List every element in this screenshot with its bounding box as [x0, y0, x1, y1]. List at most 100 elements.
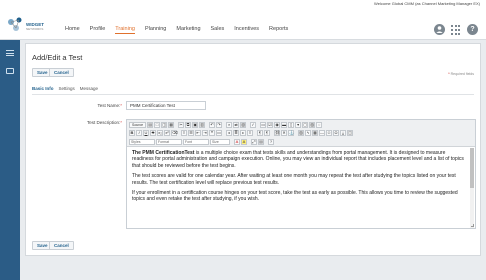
main-content: Add/Edit a Test Save Cancel * Required f…: [20, 40, 486, 280]
horizontal-line-icon[interactable]: ―: [319, 130, 325, 136]
font-select[interactable]: Font: [183, 139, 209, 145]
smiley-icon[interactable]: ☺: [326, 130, 332, 136]
new-page-icon[interactable]: □: [154, 122, 161, 128]
page-title: Add/Edit a Test: [32, 53, 83, 62]
ltr-icon[interactable]: ¶: [257, 130, 263, 136]
nav-item-marketing[interactable]: Marketing: [176, 26, 200, 34]
nav-item-planning[interactable]: Planning: [145, 26, 166, 34]
edit-test-panel: Add/Edit a Test Save Cancel * Required f…: [25, 43, 481, 256]
link-icon[interactable]: ⛓: [274, 130, 280, 136]
paragraph-2: The test scores are valid for one calend…: [132, 173, 456, 186]
nav-item-profile[interactable]: Profile: [90, 26, 106, 34]
textarea-icon[interactable]: ▯: [288, 122, 295, 128]
editor-toolbar: Source ▤ □ ◫ ▦ ✂ ⧉ ▣ ▥ ↶ ↷ ⌕ ⇄ ▧ ✓ ▭ ☑ ◉…: [127, 120, 475, 147]
find-icon[interactable]: ⌕: [226, 122, 233, 128]
format-select[interactable]: Format: [156, 139, 182, 145]
calendar-icon[interactable]: [6, 68, 14, 74]
form-icon[interactable]: ▭: [260, 122, 267, 128]
select-all-icon[interactable]: ▧: [240, 122, 247, 128]
paragraph-3: If your enrollment in a certification co…: [132, 190, 458, 203]
anchor-icon[interactable]: ⚓: [288, 130, 294, 136]
copy-icon[interactable]: ⧉: [185, 122, 192, 128]
numbered-list-icon[interactable]: ≡: [181, 130, 187, 136]
nav-item-sales[interactable]: Sales: [211, 26, 225, 34]
show-blocks-icon[interactable]: ▤: [258, 139, 264, 145]
align-center-icon[interactable]: ≣: [233, 130, 239, 136]
table-icon[interactable]: ▦: [312, 130, 318, 136]
blockquote-icon[interactable]: ❝: [209, 130, 215, 136]
italic-icon[interactable]: I: [136, 130, 142, 136]
left-rail: [0, 40, 20, 280]
tab-message[interactable]: Message: [80, 86, 98, 91]
description-editor[interactable]: Source ▤ □ ◫ ▦ ✂ ⧉ ▣ ▥ ↶ ↷ ⌕ ⇄ ▧ ✓ ▭ ☑ ◉…: [126, 119, 476, 229]
help-icon[interactable]: ?: [467, 24, 478, 35]
hamburger-icon[interactable]: [6, 50, 14, 56]
checkbox-icon[interactable]: ☑: [267, 122, 274, 128]
bold-icon[interactable]: B: [129, 130, 135, 136]
nav-item-training[interactable]: Training: [115, 26, 135, 34]
tab-settings[interactable]: Settings: [59, 86, 75, 91]
print-icon[interactable]: ▦: [168, 122, 175, 128]
redo-icon[interactable]: ↷: [216, 122, 223, 128]
textfield-icon[interactable]: ▬: [281, 122, 288, 128]
background-color-icon[interactable]: A: [241, 139, 247, 145]
paste-text-icon[interactable]: ▥: [199, 122, 206, 128]
radio-icon[interactable]: ◉: [274, 122, 281, 128]
hidden-field-icon[interactable]: ◌: [316, 122, 323, 128]
spellcheck-icon[interactable]: ✓: [250, 122, 257, 128]
div-icon[interactable]: ▭: [216, 130, 222, 136]
align-right-icon[interactable]: ⫸: [240, 130, 246, 136]
cancel-button-bottom[interactable]: Cancel: [49, 241, 74, 250]
apps-grid-icon[interactable]: [451, 25, 461, 35]
strikethrough-icon[interactable]: S: [150, 130, 156, 136]
replace-icon[interactable]: ⇄: [233, 122, 240, 128]
size-select[interactable]: Size: [210, 139, 230, 145]
nav-item-incentives[interactable]: Incentives: [234, 26, 259, 34]
editor-scrollbar[interactable]: [470, 148, 474, 228]
unlink-icon[interactable]: ✕: [281, 130, 287, 136]
source-button[interactable]: Source: [129, 122, 147, 128]
editor-content[interactable]: The PMM CertificationTest is a multiple …: [132, 150, 465, 207]
image-icon[interactable]: ▨: [298, 130, 304, 136]
nav-item-home[interactable]: Home: [65, 26, 80, 34]
required-note: * Required fields: [448, 72, 474, 76]
bulleted-list-icon[interactable]: ☰: [188, 130, 194, 136]
nav-menu: Home Profile Training Planning Marketing…: [65, 26, 288, 34]
nav-item-reports[interactable]: Reports: [269, 26, 288, 34]
form-tabs: Basic Info Settings Message: [32, 86, 98, 91]
align-left-icon[interactable]: ⫷: [226, 130, 232, 136]
image-button-icon[interactable]: ▨: [309, 122, 316, 128]
rtl-icon[interactable]: ¶: [264, 130, 270, 136]
scrollbar-thumb[interactable]: [470, 148, 474, 188]
superscript-icon[interactable]: x²: [164, 130, 170, 136]
outdent-icon[interactable]: ⇤: [195, 130, 201, 136]
underline-icon[interactable]: U: [143, 130, 149, 136]
top-bar: Welcome Global CMM (as Channel Marketing…: [0, 0, 486, 9]
about-icon[interactable]: ?: [268, 139, 274, 145]
special-char-icon[interactable]: Ω: [333, 130, 339, 136]
subscript-icon[interactable]: x₂: [157, 130, 163, 136]
page-break-icon[interactable]: ⤓: [340, 130, 346, 136]
select-icon[interactable]: ▾: [295, 122, 302, 128]
test-name-input[interactable]: PMM Certification Test: [126, 101, 206, 110]
user-icon[interactable]: [434, 24, 445, 35]
button-icon[interactable]: ▢: [302, 122, 309, 128]
preview-icon[interactable]: ◫: [161, 122, 168, 128]
styles-select[interactable]: Styles: [129, 139, 155, 145]
resize-handle[interactable]: [471, 224, 474, 227]
iframe-icon[interactable]: ◫: [347, 130, 353, 136]
save-doc-icon[interactable]: ▤: [147, 122, 154, 128]
tabs-divider: [32, 94, 474, 95]
maximize-icon[interactable]: ⤢: [251, 139, 257, 145]
cancel-button-top[interactable]: Cancel: [49, 68, 74, 77]
tab-basic-info[interactable]: Basic Info: [32, 86, 54, 91]
paste-icon[interactable]: ▣: [192, 122, 199, 128]
flash-icon[interactable]: ϟ: [305, 130, 311, 136]
remove-format-icon[interactable]: ⌫: [171, 130, 178, 136]
logo-icon[interactable]: [4, 15, 28, 35]
justify-icon[interactable]: ≡: [247, 130, 253, 136]
text-color-icon[interactable]: A: [234, 139, 240, 145]
cut-icon[interactable]: ✂: [178, 122, 185, 128]
undo-icon[interactable]: ↶: [209, 122, 216, 128]
indent-icon[interactable]: ⇥: [202, 130, 208, 136]
